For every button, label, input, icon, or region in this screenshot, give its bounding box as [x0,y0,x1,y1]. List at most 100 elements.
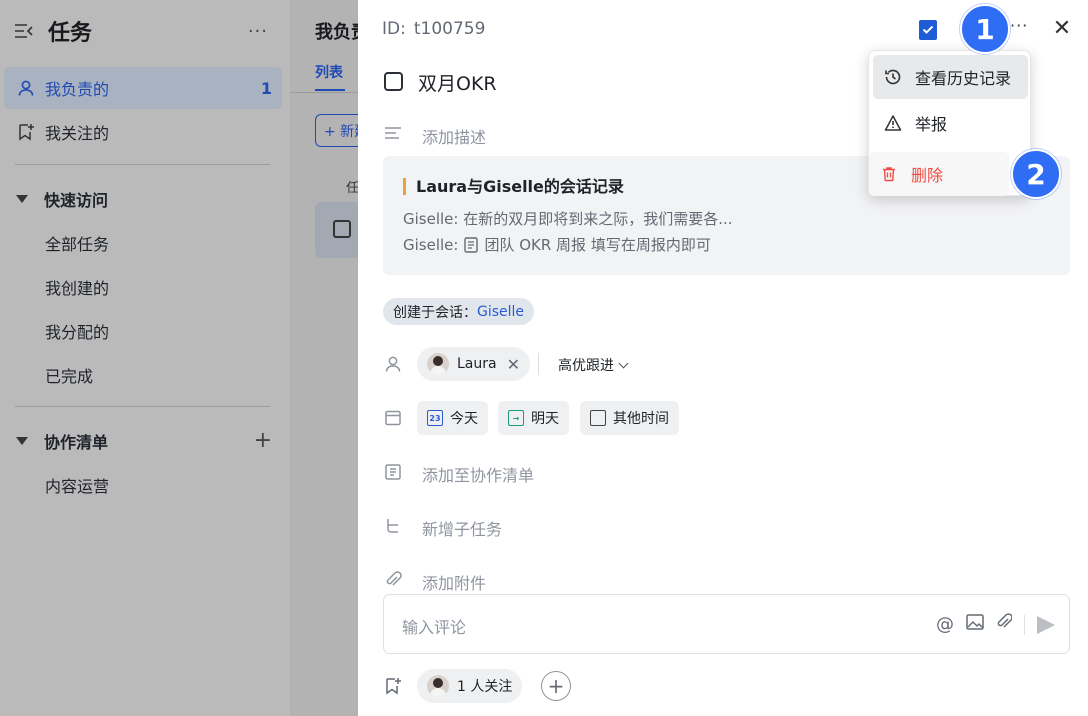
card-message-text: 团队 OKR 周报 填写在周报内即可 [484,236,711,254]
list-icon [383,462,403,482]
menu-item-delete[interactable]: 删除 [869,152,1009,196]
sidebar-item-label: 我负责的 [45,80,110,99]
card-message-sender: Giselle: [403,235,459,254]
calendar-day-icon: 23 [427,410,443,426]
task-checkbox[interactable] [333,220,351,238]
attach-icon[interactable] [996,613,1013,636]
menu-item-history[interactable]: 查看历史记录 [873,55,1028,99]
divider [15,164,270,165]
priority-dropdown[interactable]: 高优跟进 [558,355,629,375]
menu-item-label: 删除 [911,166,944,185]
comment-input[interactable]: 输入评论 [402,614,466,638]
due-tomorrow-label: 明天 [531,411,559,427]
chevron-down-icon [618,358,629,368]
subtask-icon [383,516,403,536]
collapse-triangle-icon [16,436,28,445]
description-icon [383,123,403,143]
tab-list[interactable]: 列表 [315,62,343,82]
task-id-label: ID: [382,19,406,39]
avatar [427,675,449,697]
sidebar-item-following[interactable]: 我关注的 [4,111,282,153]
comment-toolbar: @ [936,613,1055,636]
assignee-chip[interactable]: Laura ✕ [417,347,530,381]
divider [15,406,270,407]
count-badge: 1 [260,78,272,98]
divider [538,353,539,375]
followers-chip[interactable]: 1 人关注 [417,669,523,703]
task-list-column: 我负责的 列表 + 新建 任 [290,0,360,716]
step-badge-1: 1 [960,4,1010,54]
section-label: 协作清单 [44,432,109,452]
sidebar-item-assigned-to-me[interactable]: 我负责的 1 [4,67,282,109]
collapse-sidebar-icon[interactable] [14,20,36,42]
due-today-button[interactable]: 23 今天 [417,401,488,435]
task-title[interactable]: 双月OKR [418,69,497,96]
calendar-icon [590,410,606,426]
history-icon [883,67,903,87]
avatar [427,353,449,375]
section-label: 快速访问 [44,191,109,210]
quick-access-section[interactable]: 快速访问 [16,187,272,211]
assignee-icon [383,354,403,374]
image-icon[interactable] [966,614,984,635]
user-icon [16,78,36,98]
sidebar-item-assigned-by-me[interactable]: 我分配的 [45,319,109,343]
calendar-icon [383,408,403,428]
paperclip-icon [383,570,403,590]
more-icon: ··· [1010,16,1029,35]
bookmark-plus-icon [16,122,36,142]
task-complete-checkbox[interactable] [384,72,403,91]
task-id-value: t100759 [413,19,486,39]
list-title: 我负责的 [315,22,360,43]
sidebar-item-all-tasks[interactable]: 全部任务 [45,231,109,255]
collab-list-section[interactable]: 协作清单 + [16,428,272,453]
new-task-button[interactable]: + 新建 [315,114,360,147]
calendar-next-icon: → [508,410,524,426]
bookmark-check-icon[interactable] [919,20,937,40]
due-other-label: 其他时间 [613,411,669,427]
due-tomorrow-button[interactable]: → 明天 [498,401,569,435]
menu-item-report[interactable]: 举报 [873,101,1028,145]
app-title: 任务 [48,21,93,46]
sidebar-more-button[interactable]: ··· [248,21,268,42]
add-list-button[interactable]: + [254,428,272,453]
card-message-2: Giselle: 团队 OKR 周报 填写在周报内即可 [403,234,711,255]
add-attachment-button[interactable]: 添加附件 [422,570,486,594]
close-icon[interactable]: ✕ [1050,16,1074,41]
description-input[interactable]: 添加描述 [422,124,486,148]
add-subtask-button[interactable]: 新增子任务 [422,516,502,540]
table-row[interactable] [315,202,360,258]
due-other-button[interactable]: 其他时间 [580,401,679,435]
source-prefix: 创建于会话： [393,304,477,321]
priority-label: 高优跟进 [558,358,614,374]
mention-icon[interactable]: @ [936,614,954,635]
add-follower-button[interactable]: + [541,671,571,701]
followers-count: 1 人关注 [457,679,513,695]
comment-box[interactable]: 输入评论 @ [383,594,1070,654]
more-menu: 查看历史记录 举报 删除 [868,50,1031,196]
due-today-label: 今天 [450,411,478,427]
trash-icon [879,164,899,184]
source-tag[interactable]: 创建于会话： Giselle [383,298,535,325]
follow-icon[interactable] [383,676,403,696]
card-title: Laura与Giselle的会话记录 [403,178,624,195]
sidebar-item-created-by-me[interactable]: 我创建的 [45,275,109,299]
step-badge-2: 2 [1011,149,1061,199]
sidebar-item-label: 我关注的 [45,124,110,143]
card-message-1: Giselle: 在新的双月即将到来之际，我们需要各... [403,210,733,228]
menu-item-label: 举报 [915,115,948,134]
send-icon[interactable] [1037,615,1055,634]
divider [1024,614,1025,635]
source-link[interactable]: Giselle [477,304,524,320]
remove-assignee-icon[interactable]: ✕ [507,355,520,374]
task-id: ID: t100759 [382,19,485,39]
document-icon [464,236,479,253]
sidebar-item-content-ops[interactable]: 内容运营 [45,473,109,497]
sidebar-header: 任务 ··· [14,12,282,50]
collapse-triangle-icon [16,195,28,203]
add-to-list-button[interactable]: 添加至协作清单 [422,462,534,486]
sidebar-item-completed[interactable]: 已完成 [45,363,93,387]
assignee-name: Laura [457,356,497,372]
menu-item-label: 查看历史记录 [915,69,1012,88]
divider [290,92,360,93]
